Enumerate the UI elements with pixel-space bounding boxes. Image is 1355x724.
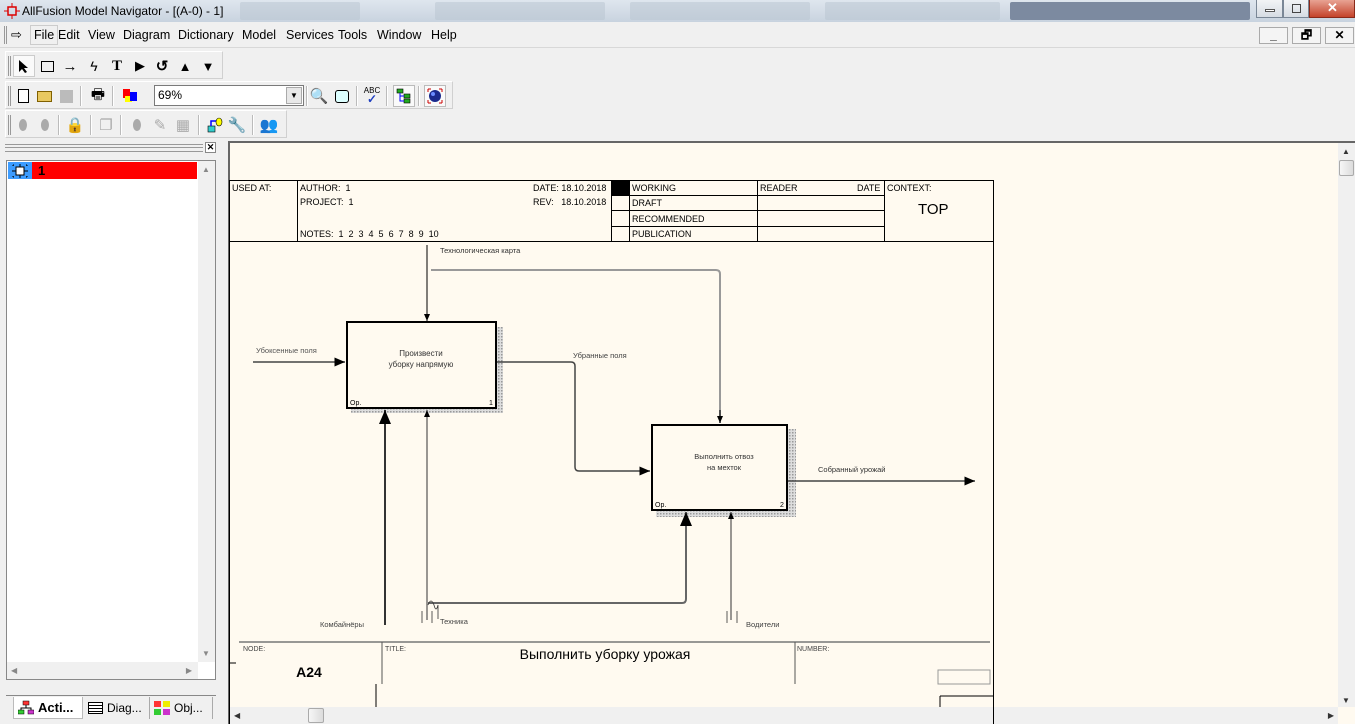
box-label-line2: уборку напрямую bbox=[389, 360, 454, 369]
box-label-line2: на мехток bbox=[707, 463, 742, 472]
activity-box-1[interactable]: Произвести уборку напрямую Op. 1 bbox=[346, 321, 503, 413]
input-arrow[interactable]: Убоксенные поля bbox=[253, 346, 345, 367]
diagram-footer: NODE: A24 TITLE: Выполнить уборку урожая… bbox=[229, 641, 994, 707]
node-label: NODE: bbox=[243, 646, 265, 653]
number-label: NUMBER: bbox=[797, 646, 829, 653]
idef0-diagram: Произвести уборку напрямую Op. 1 Выполни… bbox=[229, 245, 994, 707]
mechanism-arrow-2[interactable]: Техника bbox=[421, 410, 692, 626]
activity-box-2[interactable]: Выполнить отвоз на мехток Op. 2 bbox=[651, 424, 796, 517]
mechanism-arrow-3[interactable]: Водители bbox=[726, 512, 779, 629]
box-op: Op. bbox=[655, 502, 666, 509]
mechanism-arrow-label: Водители bbox=[746, 620, 779, 629]
between-arrow-label: Убранные поля bbox=[573, 351, 627, 360]
box-label-line1: Произвести bbox=[399, 349, 443, 358]
title-label: TITLE: bbox=[385, 646, 406, 653]
box-label-line1: Выполнить отвоз bbox=[694, 452, 754, 461]
output-arrow-label: Собранный урожай bbox=[818, 465, 885, 474]
diagram-title: Выполнить уборку урожая bbox=[520, 646, 691, 662]
node-value: A24 bbox=[296, 664, 322, 680]
box-number: 2 bbox=[780, 502, 784, 509]
output-to-input-arrow[interactable]: Убранные поля bbox=[497, 351, 650, 476]
box-number: 1 bbox=[489, 400, 493, 407]
mechanism-arrow-1[interactable]: Комбайнёры bbox=[320, 410, 391, 629]
output-arrow[interactable]: Собранный урожай bbox=[788, 465, 975, 486]
control-arrow-label: Технологическая карта bbox=[440, 246, 521, 255]
box-op: Op. bbox=[350, 400, 361, 407]
mechanism-arrow-label: Комбайнёры bbox=[320, 620, 364, 629]
input-arrow-label: Убоксенные поля bbox=[256, 346, 317, 355]
mechanism-arrow-label: Техника bbox=[440, 617, 469, 626]
